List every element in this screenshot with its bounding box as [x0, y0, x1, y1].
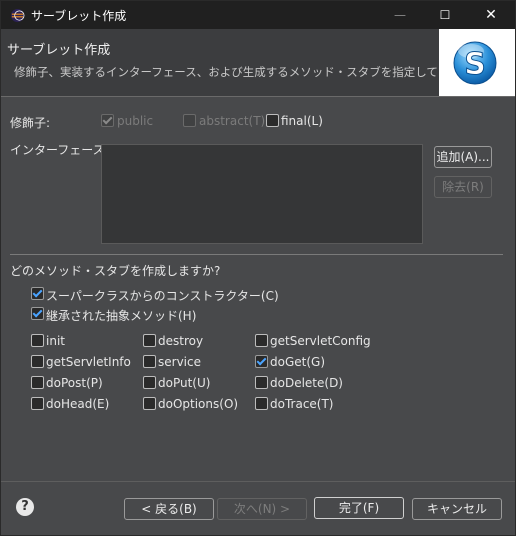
back-button[interactable]: < 戻る(B)	[124, 498, 214, 520]
maximize-icon[interactable]: ☐	[422, 1, 468, 29]
service-label[interactable]: service	[158, 355, 201, 369]
next-button: 次へ(N) >	[217, 498, 307, 520]
add-interface-button[interactable]: 追加(A)...	[434, 146, 492, 168]
dotrace-checkbox[interactable]	[255, 397, 268, 410]
inherited-abstract-label[interactable]: 継承された抽象メソッド(H)	[46, 307, 196, 324]
dialog-window: サーブレット作成 — ☐ ✕ サーブレット作成 修飾子、実装するインターフェース…	[0, 0, 516, 536]
eclipse-icon	[10, 8, 25, 23]
finish-button[interactable]: 完了(F)	[314, 497, 404, 519]
final-label[interactable]: final(L)	[281, 114, 323, 128]
dodelete-label[interactable]: doDelete(D)	[270, 376, 343, 390]
help-icon[interactable]: ?	[16, 498, 34, 516]
getservletinfo-checkbox[interactable]	[31, 355, 44, 368]
servlet-logo: S	[439, 29, 515, 96]
abstract-label: abstract(T)	[199, 114, 266, 128]
modifiers-label: 修飾子:	[10, 116, 51, 130]
dohead-label[interactable]: doHead(E)	[46, 397, 109, 411]
servlet-s-icon: S	[453, 41, 497, 85]
remove-interface-button: 除去(R)	[434, 176, 492, 198]
banner-title: サーブレット作成	[7, 43, 111, 58]
public-checkbox	[101, 114, 114, 127]
cancel-button[interactable]: キャンセル	[412, 498, 502, 520]
minimize-icon[interactable]: —	[377, 1, 423, 29]
title-bar: サーブレット作成 — ☐ ✕	[1, 1, 515, 29]
getservletconfig-checkbox[interactable]	[255, 334, 268, 347]
dooptions-checkbox[interactable]	[143, 397, 156, 410]
init-checkbox[interactable]	[31, 334, 44, 347]
interfaces-list[interactable]	[101, 144, 423, 244]
final-checkbox[interactable]	[266, 114, 279, 127]
superclass-constructors-checkbox[interactable]	[31, 287, 44, 300]
dohead-checkbox[interactable]	[31, 397, 44, 410]
doput-label[interactable]: doPut(U)	[158, 376, 210, 390]
getservletconfig-label[interactable]: getServletConfig	[270, 334, 371, 348]
doget-checkbox[interactable]	[255, 355, 268, 368]
abstract-checkbox	[183, 114, 196, 127]
close-icon[interactable]: ✕	[468, 1, 514, 29]
banner-separator	[1, 96, 515, 97]
dopost-label[interactable]: doPost(P)	[46, 376, 103, 390]
superclass-constructors-label[interactable]: スーパークラスからのコンストラクター(C)	[46, 287, 279, 304]
stubs-separator	[10, 254, 503, 255]
dooptions-label[interactable]: doOptions(O)	[158, 397, 238, 411]
doget-label[interactable]: doGet(G)	[270, 355, 325, 369]
init-label[interactable]: init	[46, 334, 65, 348]
footer-separator	[1, 481, 515, 482]
inherited-abstract-checkbox[interactable]	[31, 307, 44, 320]
banner-description: 修飾子、実装するインターフェース、および生成するメソッド・スタブを指定してくださ…	[14, 65, 496, 79]
doput-checkbox[interactable]	[143, 376, 156, 389]
dopost-checkbox[interactable]	[31, 376, 44, 389]
getservletinfo-label[interactable]: getServletInfo	[46, 355, 131, 369]
dotrace-label[interactable]: doTrace(T)	[270, 397, 334, 411]
destroy-checkbox[interactable]	[143, 334, 156, 347]
wizard-banner: サーブレット作成 修飾子、実装するインターフェース、および生成するメソッド・スタ…	[1, 29, 515, 96]
service-checkbox[interactable]	[143, 355, 156, 368]
window-title: サーブレット作成	[31, 9, 127, 23]
svg-text:S: S	[464, 47, 486, 82]
public-label: public	[117, 114, 154, 128]
dodelete-checkbox[interactable]	[255, 376, 268, 389]
stubs-question: どのメソッド・スタブを作成しますか?	[10, 264, 221, 278]
destroy-label[interactable]: destroy	[158, 334, 203, 348]
